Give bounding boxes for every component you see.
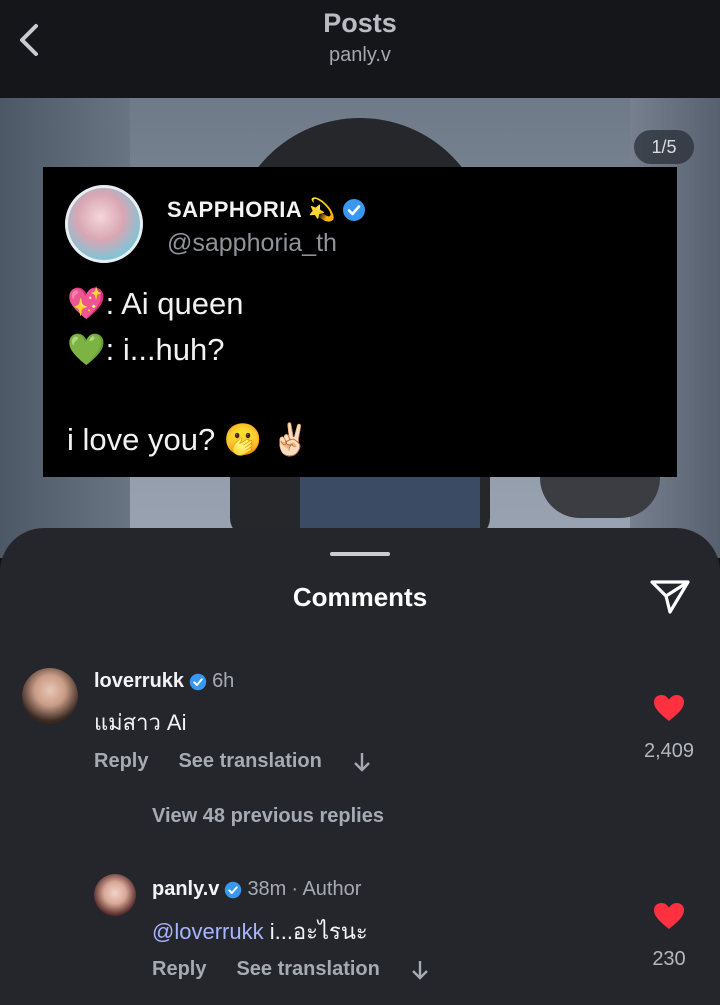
comment-actions: Reply See translation xyxy=(94,750,372,773)
author-tag: · Author xyxy=(291,878,362,900)
share-button[interactable] xyxy=(648,576,692,616)
tweet-display-name: SAPPHORIA 💫 xyxy=(167,197,366,223)
verified-badge-icon xyxy=(343,199,366,221)
sparkling-heart-emoji: 💖 xyxy=(67,286,106,321)
tweet-handle: @sapphoria_th xyxy=(167,229,337,257)
reply-username-text[interactable]: panly.v xyxy=(152,878,219,901)
verified-badge-icon xyxy=(189,673,207,690)
tweet-line-2: 💚: i...huh? xyxy=(67,331,225,368)
comment-text: แม่สาว Ai xyxy=(94,710,187,735)
arrow-down-icon[interactable] xyxy=(352,751,372,773)
arrow-down-icon[interactable] xyxy=(410,959,430,981)
view-previous-replies-button[interactable]: View 48 previous replies xyxy=(152,805,384,828)
send-icon xyxy=(650,580,690,614)
tweet-card: SAPPHORIA 💫 @sapphoria_th 💖: Ai queen 💚:… xyxy=(43,167,677,477)
see-translation-button[interactable]: See translation xyxy=(178,750,321,773)
reply-actions: Reply See translation xyxy=(152,958,430,981)
tweet-line-text: : i...huh? xyxy=(105,332,225,367)
reply-button[interactable]: Reply xyxy=(152,958,206,981)
sheet-drag-handle[interactable] xyxy=(330,552,390,556)
reply-username[interactable]: panly.v 38m · Author xyxy=(152,878,361,901)
comments-title: Comments xyxy=(292,582,428,612)
reply-text-body: i...อะไรนะ xyxy=(263,919,368,944)
tweet-name-emoji: 💫 xyxy=(308,197,337,222)
reply-timestamp: 38m xyxy=(247,878,287,900)
avatar[interactable] xyxy=(22,668,78,724)
heart-icon[interactable] xyxy=(653,694,685,722)
comment-username-text[interactable]: loverrukk xyxy=(94,670,184,693)
comment-timestamp: 6h xyxy=(212,670,235,692)
comment-username[interactable]: loverrukk 6h xyxy=(94,670,234,693)
tweet-line-text: : Ai queen xyxy=(105,286,244,321)
mention-link[interactable]: @loverrukk xyxy=(152,919,264,944)
see-translation-button[interactable]: See translation xyxy=(236,958,379,981)
reply-button[interactable]: Reply xyxy=(94,750,148,773)
heart-icon[interactable] xyxy=(653,902,685,930)
reply-text: @loverrukk i...อะไรนะ xyxy=(152,914,368,949)
page-title: Posts xyxy=(323,8,397,38)
tweet-line-3: i love you? 🫢 ✌🏻 xyxy=(67,421,310,458)
like-count: 230 xyxy=(652,948,686,970)
tweet-line-1: 💖: Ai queen xyxy=(67,285,244,322)
tweet-line-text: i love you? 🫢 ✌🏻 xyxy=(67,422,310,457)
comments-sheet: Comments loverrukk 6h แม่สาว Ai Reply Se… xyxy=(0,528,720,1005)
tweet-avatar xyxy=(65,185,143,263)
tweet-name-text: SAPPHORIA xyxy=(167,197,303,222)
like-count: 2,409 xyxy=(643,740,695,762)
green-heart-emoji: 💚 xyxy=(67,332,106,367)
top-bar: Posts panly.v xyxy=(0,0,720,98)
account-username[interactable]: panly.v xyxy=(0,44,720,67)
avatar[interactable] xyxy=(94,874,136,916)
verified-badge-icon xyxy=(225,881,242,898)
carousel-page-indicator: 1/5 xyxy=(634,130,694,164)
